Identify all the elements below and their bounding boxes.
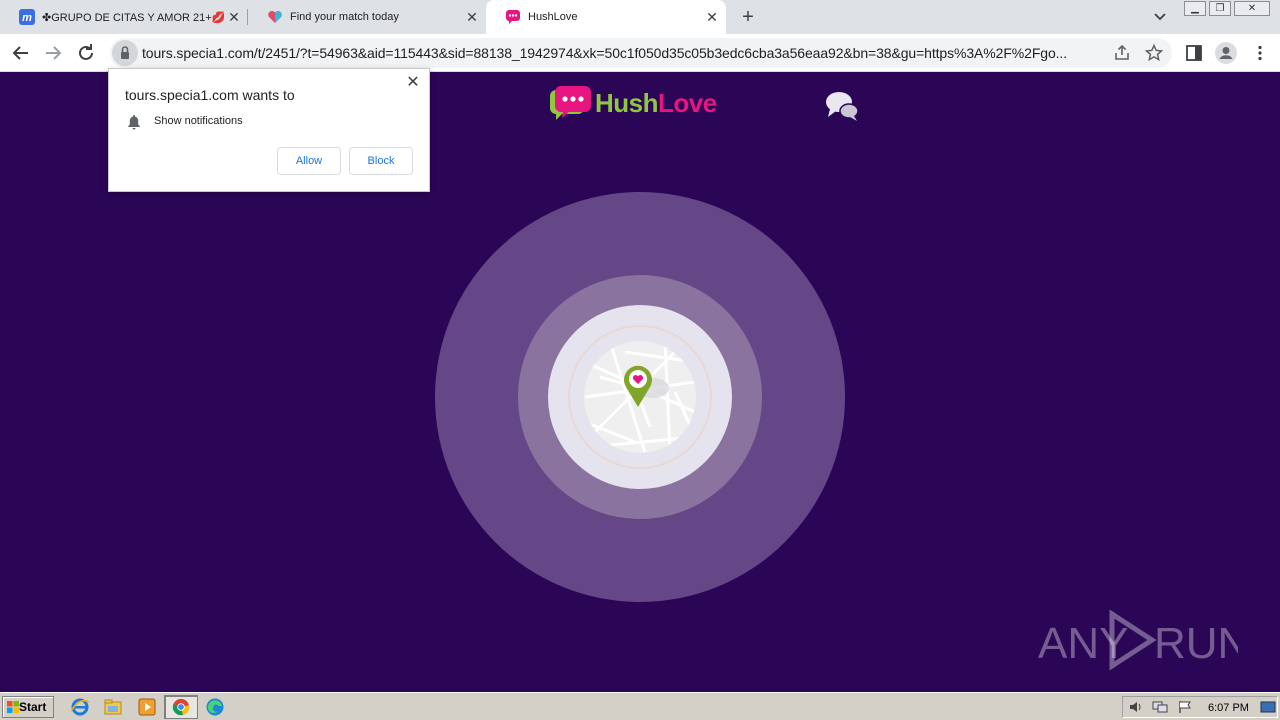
m-icon: m (19, 9, 35, 25)
tab-title: ✤GRUPO DE CITAS Y AMOR 21+💋💋 (42, 11, 226, 24)
location-radar (435, 192, 845, 602)
system-tray (1122, 696, 1278, 718)
tab-grupo-de-citas[interactable]: m ✤GRUPO DE CITAS Y AMOR 21+💋💋 ✕ (0, 0, 248, 34)
heart-icon (268, 11, 282, 23)
browser-toolbar: tours.specia1.com/t/2451/?t=54963&aid=11… (0, 34, 1280, 72)
permission-label: Show notifications (154, 115, 243, 127)
hushlove-icon (506, 10, 520, 24)
window-close-icon[interactable]: ✕ (1234, 1, 1270, 16)
restore-icon[interactable]: ❐ (1209, 1, 1231, 16)
reload-icon[interactable] (74, 41, 98, 65)
tab-search-chevron-icon[interactable] (1150, 8, 1170, 26)
close-icon[interactable]: ✕ (405, 75, 421, 91)
tab-hushlove[interactable]: HushLove ✕ (486, 0, 726, 34)
profile-avatar-icon[interactable] (1214, 41, 1238, 65)
tab-find-your-match[interactable]: Find your match today ✕ (248, 0, 486, 34)
start-button[interactable]: Start (2, 696, 54, 718)
windows-flag-icon (7, 701, 19, 713)
edge-icon[interactable] (205, 697, 225, 717)
logo-text-love: Love (658, 87, 717, 118)
url-text[interactable]: tours.specia1.com/t/2451/?t=54963&aid=11… (142, 45, 1102, 61)
hushlove-logo[interactable]: HushLove (549, 85, 717, 121)
watermark-run: RUN (1154, 619, 1238, 668)
start-label: Start (19, 700, 47, 714)
volume-icon[interactable] (1128, 700, 1144, 714)
allow-button[interactable]: Allow (277, 147, 341, 175)
lock-icon[interactable] (112, 40, 138, 66)
tab-title: HushLove (528, 11, 578, 23)
new-tab-icon[interactable]: + (737, 6, 759, 28)
action-center-flag-icon[interactable] (1177, 700, 1193, 714)
bell-icon (128, 115, 140, 130)
internet-explorer-icon[interactable] (70, 697, 90, 717)
notification-permission-prompt: tours.specia1.com wants to ✕ Show notifi… (108, 68, 430, 192)
svg-text:m: m (22, 12, 32, 24)
chrome-taskbar-button[interactable] (164, 695, 198, 719)
bookmark-star-icon[interactable] (1144, 43, 1164, 63)
speech-bubble-logo-icon (550, 86, 591, 120)
menu-kebab-icon[interactable] (1250, 43, 1270, 63)
forward-arrow-icon[interactable] (41, 41, 65, 65)
anyrun-watermark: ANY RUN (1038, 609, 1238, 671)
media-player-icon[interactable] (137, 697, 157, 717)
back-arrow-icon[interactable] (9, 41, 33, 65)
tab-strip: m ✤GRUPO DE CITAS Y AMOR 21+💋💋 ✕ Find yo… (0, 0, 1280, 34)
close-tab-icon[interactable]: ✕ (464, 9, 480, 25)
logo-text-hush: Hush (595, 87, 659, 118)
show-desktop-icon[interactable] (1260, 700, 1276, 714)
block-button[interactable]: Block (349, 147, 413, 175)
file-explorer-icon[interactable] (103, 697, 123, 717)
windows-taskbar: Start 6:07 PM (0, 692, 1280, 720)
close-tab-icon[interactable]: ✕ (226, 9, 242, 25)
prompt-title: tours.specia1.com wants to (125, 87, 295, 103)
network-icon[interactable] (1152, 700, 1168, 714)
watermark-any: ANY (1038, 619, 1128, 668)
system-clock[interactable]: 6:07 PM (1208, 702, 1249, 714)
chrome-icon (172, 698, 190, 716)
chat-bubbles-icon[interactable] (824, 90, 860, 122)
share-icon[interactable] (1112, 43, 1132, 63)
address-bar[interactable]: tours.specia1.com/t/2451/?t=54963&aid=11… (110, 38, 1172, 68)
minimize-icon[interactable]: ▁ (1184, 1, 1206, 16)
close-tab-icon[interactable]: ✕ (704, 9, 720, 25)
side-panel-icon[interactable] (1184, 43, 1204, 63)
tab-title: Find your match today (290, 11, 399, 23)
